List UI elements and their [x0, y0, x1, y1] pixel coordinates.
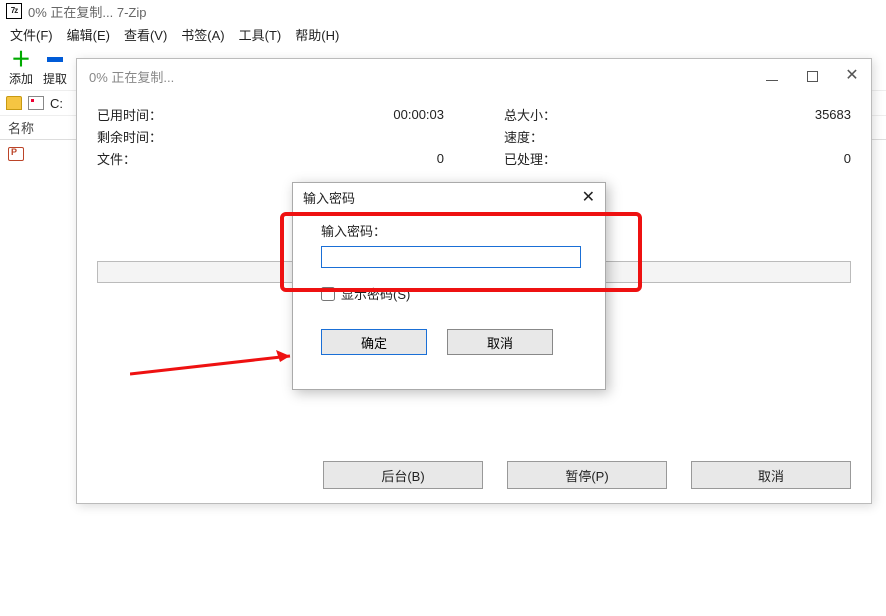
menubar: 文件(F) 编辑(E) 查看(V) 书签(A) 工具(T) 帮助(H): [0, 22, 886, 46]
password-dialog: 输入密码 ✕ 输入密码： 显示密码(S) 确定 取消: [292, 182, 606, 390]
menu-bookmarks[interactable]: 书签(A): [181, 25, 224, 44]
close-icon: ✕: [845, 69, 858, 83]
menu-help[interactable]: 帮助(H): [295, 25, 339, 44]
minimize-icon: [766, 80, 778, 81]
progress-dialog-titlebar[interactable]: 0% 正在复制... ✕: [77, 59, 871, 93]
background-button[interactable]: 后台(B): [323, 461, 483, 489]
ok-button[interactable]: 确定: [321, 329, 427, 355]
password-input[interactable]: [321, 246, 581, 268]
menu-file[interactable]: 文件(F): [10, 25, 53, 44]
password-dialog-titlebar[interactable]: 输入密码 ✕: [293, 183, 605, 211]
progress-dialog-title: 0% 正在复制...: [89, 67, 174, 86]
cancel-button[interactable]: 取消: [691, 461, 851, 489]
powerpoint-icon: [8, 147, 24, 161]
password-prompt-label: 输入密码：: [321, 221, 587, 240]
files-value: 0: [437, 151, 444, 166]
close-button[interactable]: ✕: [845, 69, 859, 83]
window-buttons: ✕: [765, 69, 859, 83]
processed-value: 0: [844, 151, 851, 166]
archive-icon: [28, 96, 44, 110]
plus-icon: ＋: [11, 51, 31, 69]
total-size-label: 总大小：: [504, 105, 556, 124]
pause-button[interactable]: 暂停(P): [507, 461, 667, 489]
main-window-title: 0% 正在复制... 7-Zip: [28, 2, 146, 21]
menu-tools[interactable]: 工具(T): [239, 25, 282, 44]
menu-edit[interactable]: 编辑(E): [67, 25, 110, 44]
remaining-label: 剩余时间：: [97, 127, 162, 146]
password-dialog-body: 输入密码： 显示密码(S) 确定 取消: [293, 211, 605, 367]
main-titlebar: 0% 正在复制... 7-Zip: [0, 0, 886, 22]
extract-button[interactable]: 提取: [40, 50, 70, 87]
minus-icon: [47, 57, 63, 62]
maximize-button[interactable]: [805, 69, 819, 83]
add-button-label: 添加: [6, 70, 36, 87]
show-password-label: 显示密码(S): [341, 284, 410, 303]
up-folder-icon[interactable]: [6, 96, 22, 110]
progress-dialog-buttons: 后台(B) 暂停(P) 取消: [97, 461, 851, 489]
close-icon: ✕: [582, 189, 595, 206]
address-path: C:: [50, 96, 63, 111]
elapsed-label: 已用时间：: [97, 105, 162, 124]
add-button[interactable]: ＋ 添加: [6, 50, 36, 87]
menu-view[interactable]: 查看(V): [124, 25, 167, 44]
extract-button-label: 提取: [40, 70, 70, 87]
maximize-icon: [807, 71, 818, 82]
minimize-button[interactable]: [765, 69, 779, 83]
password-dialog-title: 输入密码: [303, 188, 355, 207]
speed-label: 速度：: [504, 127, 543, 146]
progress-stats: 已用时间： 00:00:03 剩余时间： 文件： 0 总大小： 35683: [97, 103, 851, 169]
elapsed-value: 00:00:03: [393, 107, 444, 122]
password-dialog-close-button[interactable]: ✕: [582, 187, 595, 207]
app-icon: [6, 3, 22, 19]
total-size-value: 35683: [815, 107, 851, 122]
password-cancel-button[interactable]: 取消: [447, 329, 553, 355]
processed-label: 已处理：: [504, 149, 556, 168]
files-label: 文件：: [97, 149, 136, 168]
show-password-checkbox[interactable]: [321, 287, 335, 301]
